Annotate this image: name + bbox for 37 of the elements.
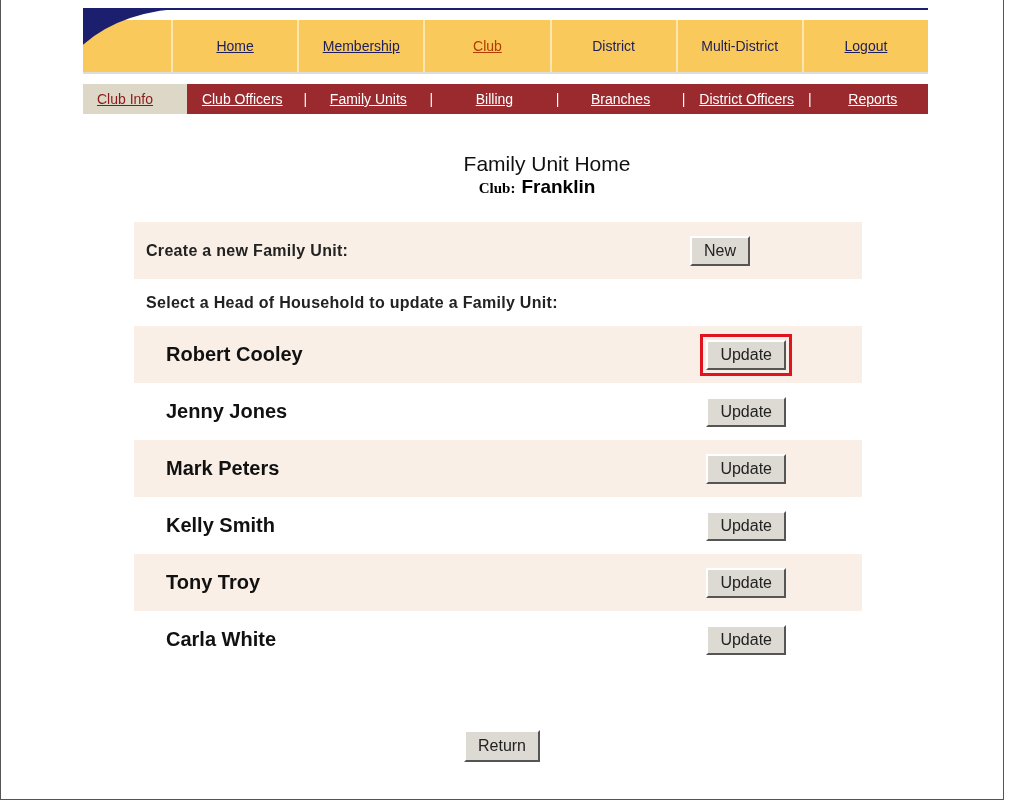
separator-text: | <box>806 91 813 107</box>
household-name: Jenny Jones <box>165 400 288 423</box>
nav-link[interactable]: Logout <box>801 20 929 72</box>
sub-nav-tab[interactable]: District Officers <box>691 84 802 114</box>
update-button[interactable]: Update <box>706 510 786 541</box>
household-name: Robert Cooley <box>165 343 303 366</box>
household-name: Kelly Smith <box>165 514 275 537</box>
household-name: Carla White <box>165 628 277 651</box>
update-button[interactable]: Update <box>706 567 786 598</box>
separator-text: | <box>302 91 309 107</box>
sub-nav-tab[interactable]: Branches <box>565 84 676 114</box>
return-button[interactable]: Return <box>464 730 540 762</box>
nav-link[interactable]: Club <box>423 20 550 72</box>
create-label: Create a new Family Unit: <box>145 241 349 260</box>
update-button[interactable]: Update <box>706 396 786 427</box>
update-button[interactable]: Update <box>706 453 786 484</box>
nav-link[interactable]: Home <box>171 20 298 72</box>
household-name: Tony Troy <box>165 571 261 594</box>
household-name: Mark Peters <box>165 457 280 480</box>
page-title: Family Unit Home <box>463 152 631 176</box>
select-instruction: Select a Head of Household to update a Family Unit: <box>145 293 558 312</box>
nav-link[interactable]: Multi-District <box>675 20 802 72</box>
separator-text: | <box>554 91 561 107</box>
update-button[interactable]: Update <box>706 624 786 655</box>
club-label: Club: <box>478 180 516 197</box>
separator-text: | <box>680 91 687 107</box>
sub-nav-tab[interactable]: Club Info <box>83 84 187 114</box>
sub-nav-tab[interactable]: Family Units <box>313 84 424 114</box>
separator-text: | <box>428 91 435 107</box>
nav-link[interactable]: Membership <box>297 20 424 72</box>
nav-link[interactable]: District <box>549 20 676 72</box>
sub-nav-tab[interactable]: Club Officers <box>187 84 298 114</box>
sub-nav-tab[interactable]: Reports <box>817 84 928 114</box>
new-button[interactable]: New <box>690 235 750 266</box>
club-name: Franklin <box>521 176 596 198</box>
sub-nav-tab[interactable]: Billing <box>439 84 550 114</box>
update-button[interactable]: Update <box>706 339 786 370</box>
